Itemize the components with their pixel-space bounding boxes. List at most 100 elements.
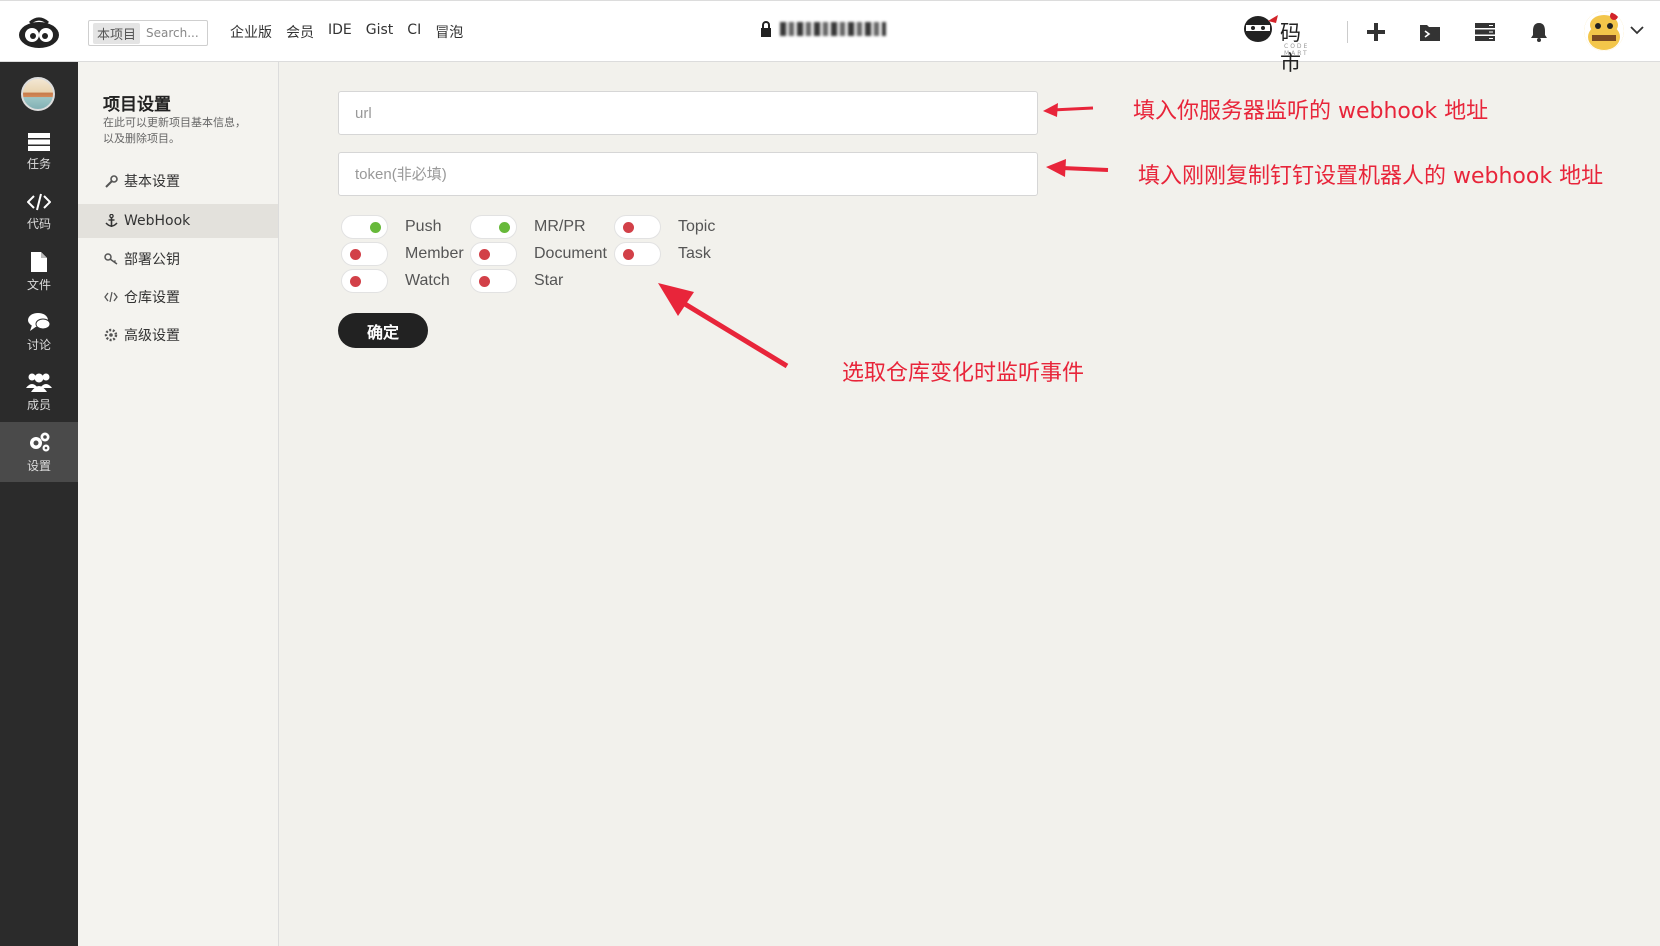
rail-item-members[interactable]: 成员 [0,362,78,422]
token-annotation: 填入刚刚复制钉钉设置机器人的 webhook 地址 [1138,164,1604,189]
event-toggle-row: Star [470,269,563,293]
rail-item-settings[interactable]: 设置 [0,422,78,482]
sidebar-item-advanced[interactable]: 高级设置 [78,318,278,352]
ninja-mascot-icon [1244,15,1278,42]
rail-item-label: 成员 [26,397,51,412]
nav-gist[interactable]: Gist [366,22,394,42]
toggle-knob [479,249,490,260]
token-input[interactable] [338,152,1038,196]
search-input[interactable]: 本项目 Search... [88,20,208,46]
event-toggle-switch[interactable] [341,269,388,293]
nav-ci[interactable]: CI [407,22,421,42]
toggle-knob [623,249,634,260]
confirm-button[interactable]: 确定 [338,313,428,348]
settings-description: 在此可以更新项目基本信息，以及删除项目。 [103,116,246,145]
coding-logo-icon[interactable] [16,15,62,49]
event-toggle-switch[interactable] [470,242,517,266]
project-avatar[interactable] [21,77,55,111]
event-toggle-label: Star [534,272,564,289]
plus-icon[interactable] [1365,21,1387,43]
event-toggle-switch[interactable] [614,242,661,266]
terminal-folder-icon[interactable] [1419,21,1441,43]
event-toggle-row: Topic [614,215,715,239]
event-toggle-row: Push [341,215,441,239]
event-toggle-label: Topic [678,218,716,235]
nav-ide[interactable]: IDE [328,22,352,42]
settings-title: 项目设置 [103,95,171,115]
left-rail: 任务 代码 文件 讨论 成员 设置 [0,62,78,946]
brand-subtext: CODE MART [1284,43,1310,57]
project-title[interactable] [760,21,886,37]
lock-icon [761,21,771,37]
top-nav: 企业版 会员 IDE Gist CI 冒泡 [230,22,463,42]
members-icon [26,373,52,392]
anchor-icon [104,214,118,228]
code-icon [104,290,118,304]
event-toggle-row: Watch [341,269,450,293]
toggle-knob [350,249,361,260]
search-placeholder: Search... [146,26,199,40]
event-toggle-row: Task [614,242,711,266]
event-toggle-switch[interactable] [470,215,517,239]
avatar-illustration-icon [1584,11,1624,51]
arrow-to-events-icon [658,283,789,369]
url-annotation: 填入你服务器监听的 webhook 地址 [1133,99,1489,124]
event-toggle-row: Document [470,242,607,266]
chevron-down-icon[interactable] [1630,25,1644,35]
event-toggle-switch[interactable] [614,215,661,239]
event-toggle-row: MR/PR [470,215,586,239]
rail-item-label: 文件 [26,277,51,292]
rail-item-label: 设置 [26,458,51,473]
event-toggle-label: Member [405,245,464,262]
rail-item-label: 代码 [26,216,51,231]
toggle-knob [623,222,634,233]
file-icon [31,251,47,272]
sidebar-item-webhook[interactable]: WebHook [78,204,278,238]
event-toggle-row: Member [341,242,464,266]
nav-membership[interactable]: 会员 [286,22,314,42]
event-toggle-label: MR/PR [534,218,586,235]
events-annotation: 选取仓库变化时监听事件 [842,361,1085,386]
toggle-knob [350,276,361,287]
url-input[interactable] [338,91,1038,135]
rail-item-label: 任务 [26,156,51,171]
event-toggle-switch[interactable] [470,269,517,293]
sidebar-item-label: 仓库设置 [124,290,180,306]
nav-bubble[interactable]: 冒泡 [435,22,463,42]
top-bar: 本项目 Search... 企业版 会员 IDE Gist CI 冒泡 码 市 … [0,0,1660,75]
event-toggle-label: Task [678,245,711,262]
sidebar-item-basic[interactable]: 基本设置 [78,164,278,198]
rail-item-label: 讨论 [26,337,51,352]
arrow-to-token-icon [1046,159,1109,177]
rail-item-discussion[interactable]: 讨论 [0,302,78,362]
settings-sidebar: 项目设置 在此可以更新项目基本信息，以及删除项目。 基本设置 WebHook 部… [78,62,279,946]
event-toggle-switch[interactable] [341,242,388,266]
sidebar-item-label: 部署公钥 [124,252,180,268]
sidebar-item-repo[interactable]: 仓库设置 [78,280,278,314]
sidebar-item-deploy-key[interactable]: 部署公钥 [78,242,278,276]
wrench-icon [104,174,118,188]
bell-icon[interactable] [1528,21,1550,43]
event-toggle-switch[interactable] [341,215,388,239]
divider [1347,21,1348,43]
sidebar-item-label: WebHook [124,213,191,229]
key-icon [104,252,118,266]
codemart-brand[interactable]: 码 市 CODE MART [1240,11,1334,75]
search-scope-label[interactable]: 本项目 [93,22,141,44]
rail-item-files[interactable]: 文件 [0,242,78,302]
code-icon [27,193,51,210]
toggle-knob [370,222,381,233]
server-list-icon[interactable] [1474,21,1496,43]
user-avatar[interactable] [1584,11,1624,51]
rail-item-tasks[interactable]: 任务 [0,122,78,182]
gears-icon [104,328,118,342]
event-toggle-label: Watch [405,272,450,289]
nav-enterprise[interactable]: 企业版 [230,22,272,42]
sidebar-item-label: 基本设置 [124,174,180,190]
blurred-project-name [780,22,886,36]
event-toggle-label: Push [405,218,442,235]
rail-item-code[interactable]: 代码 [0,182,78,242]
toggle-knob [479,276,490,287]
settings-icon [30,432,50,451]
discussion-icon [28,312,50,331]
